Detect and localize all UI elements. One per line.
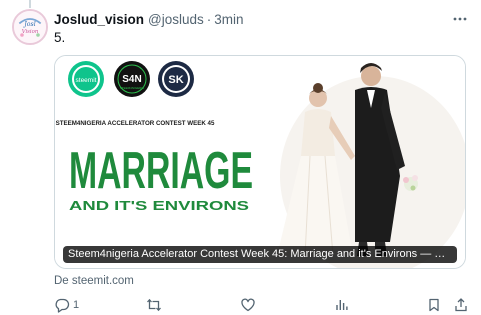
views-icon (336, 300, 348, 310)
card-subheadline: AND IT'S ENVIRONS (69, 198, 249, 213)
thread-line (29, 0, 31, 8)
tweet-header: Joslud_vision @josluds · 3min (54, 10, 434, 28)
link-card[interactable]: steemit S4N STEEM4NIGERIA SK STEEM4NIGER… (54, 55, 466, 269)
steemit-logo: steemit (68, 61, 104, 97)
timestamp[interactable]: 3min (214, 12, 243, 27)
s4n-logo-subtext: STEEM4NIGERIA (120, 86, 144, 90)
steem4nigeria-logo: S4N STEEM4NIGERIA (114, 61, 150, 97)
reply-button[interactable]: 1 (54, 295, 79, 315)
s4n-logo-text: S4N (122, 74, 141, 85)
card-headline: MARRIAGE (69, 142, 253, 200)
reply-count: 1 (73, 299, 80, 311)
header-separator: · (206, 11, 212, 27)
repost-icon (147, 298, 161, 312)
views-button[interactable] (334, 295, 353, 315)
steemit-logo-text: steemit (76, 77, 97, 84)
card-title: Steem4nigeria Accelerator Contest Week 4… (63, 246, 457, 263)
more-icon (453, 17, 467, 21)
svg-text:Vision: Vision (22, 29, 39, 35)
bookmark-button[interactable] (426, 295, 442, 315)
bookmark-icon (429, 298, 439, 312)
repost-button[interactable] (146, 295, 165, 315)
card-image: steemit S4N STEEM4NIGERIA SK STEEM4NIGER… (55, 56, 465, 268)
sk-logo: SK (158, 61, 194, 97)
share-button[interactable] (453, 295, 469, 315)
avatar[interactable]: Josl Vision (12, 9, 48, 45)
card-domain[interactable]: De steemit.com (54, 275, 134, 287)
more-button[interactable] (450, 10, 470, 28)
tweet-text: 5. (54, 30, 66, 45)
avatar-image: Josl Vision (14, 11, 46, 43)
share-icon (455, 298, 467, 312)
svg-text:Josl: Josl (22, 21, 35, 28)
sk-logo-text: SK (168, 74, 183, 86)
like-button[interactable] (240, 295, 259, 315)
display-name[interactable]: Joslud_vision (54, 12, 144, 27)
tweet-actions: 1 (0, 295, 481, 315)
contest-line: STEEM4NIGERIA ACCELERATOR CONTEST WEEK 4… (56, 120, 215, 127)
like-icon (241, 298, 255, 312)
reply-icon (55, 298, 70, 313)
user-handle[interactable]: @josluds (148, 12, 204, 27)
